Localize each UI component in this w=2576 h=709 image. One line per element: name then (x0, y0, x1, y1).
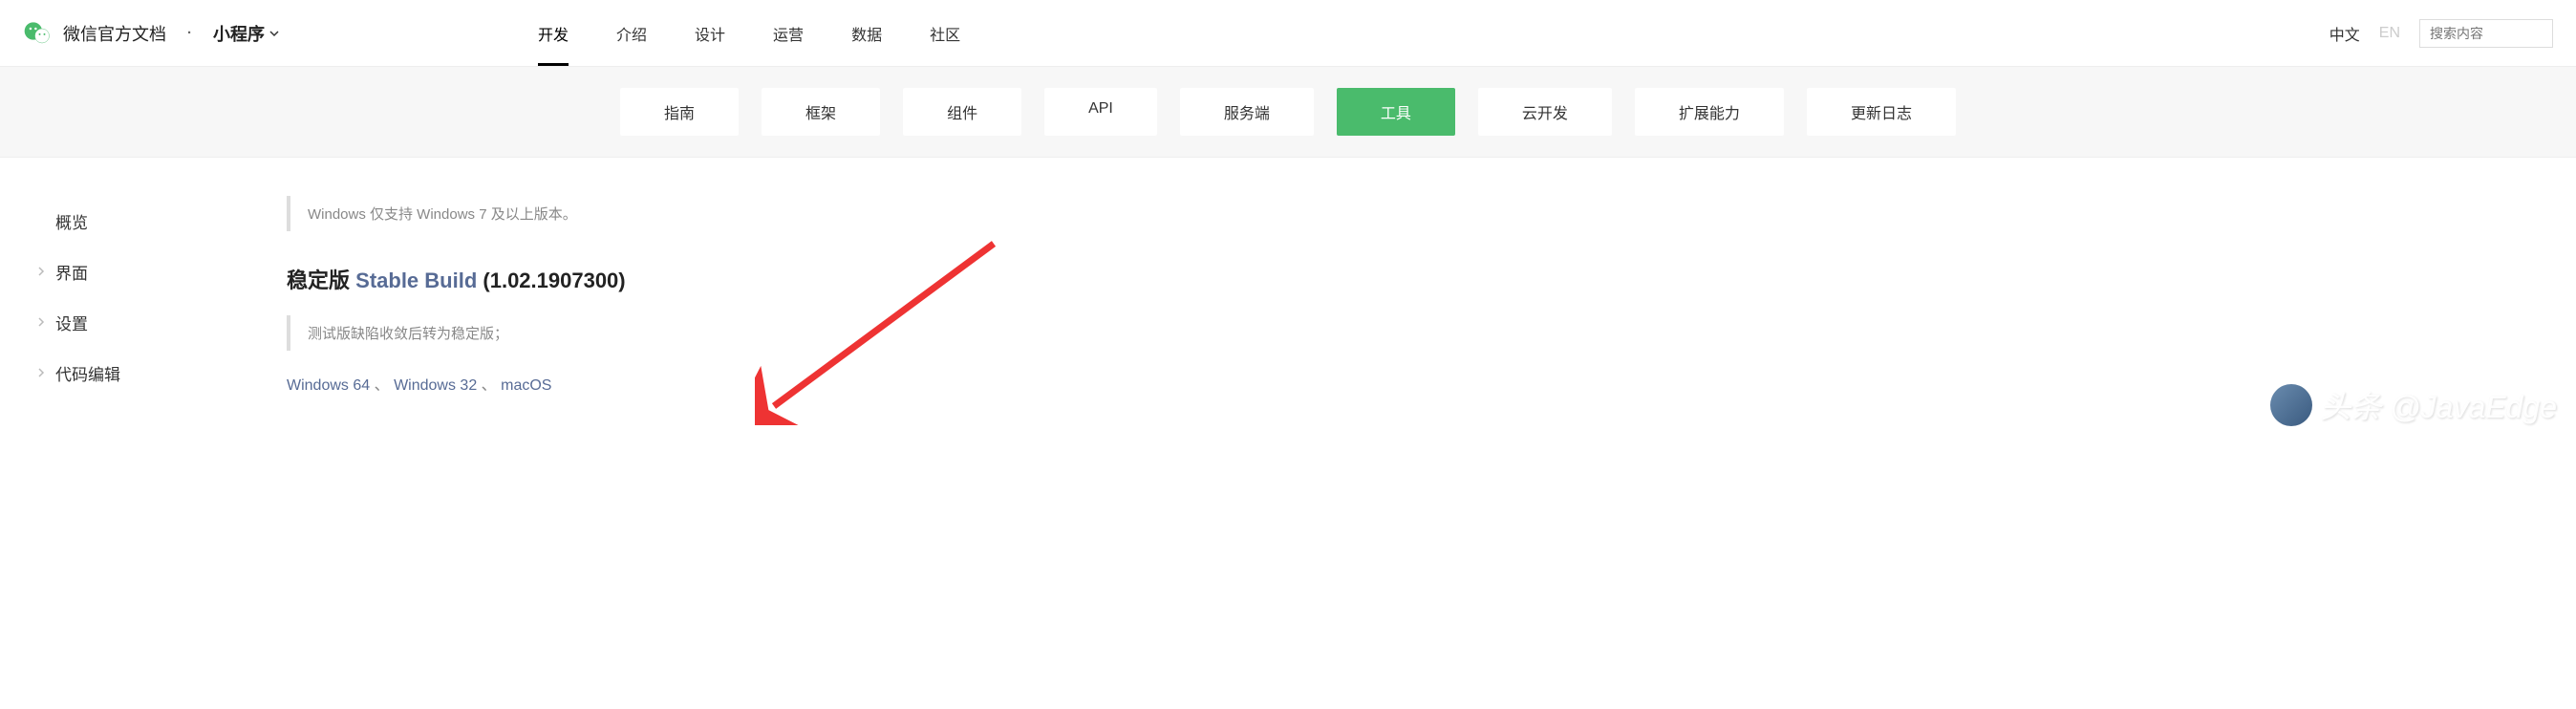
sidebar-item-code-editor[interactable]: 代码编辑 (29, 348, 239, 398)
download-win64[interactable]: Windows 64 (287, 377, 370, 394)
nav-develop[interactable]: 开发 (538, 22, 569, 66)
download-win32[interactable]: Windows 32 (394, 377, 477, 394)
sub-nav-extend[interactable]: 扩展能力 (1635, 88, 1784, 136)
nav-operate[interactable]: 运营 (773, 22, 804, 66)
sidebar: 概览 界面 设置 代码编辑 (0, 158, 268, 437)
sub-nav-guide[interactable]: 指南 (620, 88, 739, 136)
nav-intro[interactable]: 介绍 (616, 22, 647, 66)
main-content: Windows 仅支持 Windows 7 及以上版本。 稳定版 Stable … (268, 158, 1319, 437)
lang-section: 中文 EN (2329, 19, 2553, 48)
download-links: Windows 64 、 Windows 32 、 macOS (287, 372, 1280, 395)
brand-text: 微信官方文档 (63, 21, 166, 46)
header: 微信官方文档 · 小程序 开发 介绍 设计 运营 数据 社区 中文 EN (0, 0, 2576, 67)
content-wrapper: 概览 界面 设置 代码编辑 Windows 仅支持 Windows 7 及以上版… (0, 158, 2576, 437)
sub-nav-api[interactable]: API (1044, 88, 1157, 136)
main-nav: 开发 介绍 设计 运营 数据 社区 (538, 22, 960, 45)
sidebar-item-overview[interactable]: 概览 (29, 196, 239, 247)
sub-nav-tools[interactable]: 工具 (1337, 88, 1455, 136)
wechat-logo-icon (23, 19, 52, 48)
sidebar-item-interface[interactable]: 界面 (29, 247, 239, 297)
nav-design[interactable]: 设计 (695, 22, 725, 66)
sidebar-item-label: 代码编辑 (55, 361, 120, 385)
sub-nav-cloud[interactable]: 云开发 (1478, 88, 1612, 136)
watermark-avatar-icon (2270, 384, 2312, 426)
chevron-right-icon (36, 367, 48, 380)
watermark: 头条 @JavaEdge (2270, 383, 2557, 427)
sub-nav-component[interactable]: 组件 (903, 88, 1021, 136)
sub-nav-server[interactable]: 服务端 (1180, 88, 1314, 136)
lang-zh[interactable]: 中文 (2329, 22, 2360, 45)
version-heading: 稳定版 Stable Build (1.02.1907300) (287, 264, 1280, 294)
product-dropdown-label: 小程序 (213, 21, 265, 46)
separator: 、 (482, 377, 501, 394)
chevron-right-icon (36, 266, 48, 279)
sub-nav: 指南 框架 组件 API 服务端 工具 云开发 扩展能力 更新日志 (0, 67, 2576, 158)
download-macos[interactable]: macOS (501, 377, 551, 394)
version-number: (1.02.1907300) (483, 269, 625, 292)
chevron-right-icon (36, 316, 48, 330)
watermark-text: 头条 @JavaEdge (2320, 383, 2557, 427)
separator: 、 (375, 377, 394, 394)
sidebar-item-label: 界面 (55, 260, 88, 284)
version-label-en: Stable Build (355, 269, 477, 292)
lang-en[interactable]: EN (2379, 25, 2400, 42)
sidebar-item-label: 概览 (55, 209, 88, 233)
brand-section: 微信官方文档 · 小程序 (23, 19, 280, 48)
product-dropdown[interactable]: 小程序 (213, 21, 280, 46)
nav-community[interactable]: 社区 (930, 22, 960, 66)
chevron-down-icon (268, 28, 280, 39)
os-notice: Windows 仅支持 Windows 7 及以上版本。 (287, 196, 1280, 231)
brand-separator: · (187, 25, 192, 41)
version-label-cn: 稳定版 (287, 269, 350, 292)
nav-data[interactable]: 数据 (851, 22, 882, 66)
search-input[interactable] (2419, 19, 2553, 48)
sidebar-item-label: 设置 (55, 311, 88, 334)
build-notice: 测试版缺陷收敛后转为稳定版； (287, 315, 1280, 351)
sidebar-item-settings[interactable]: 设置 (29, 297, 239, 348)
sub-nav-framework[interactable]: 框架 (762, 88, 880, 136)
sub-nav-changelog[interactable]: 更新日志 (1807, 88, 1956, 136)
